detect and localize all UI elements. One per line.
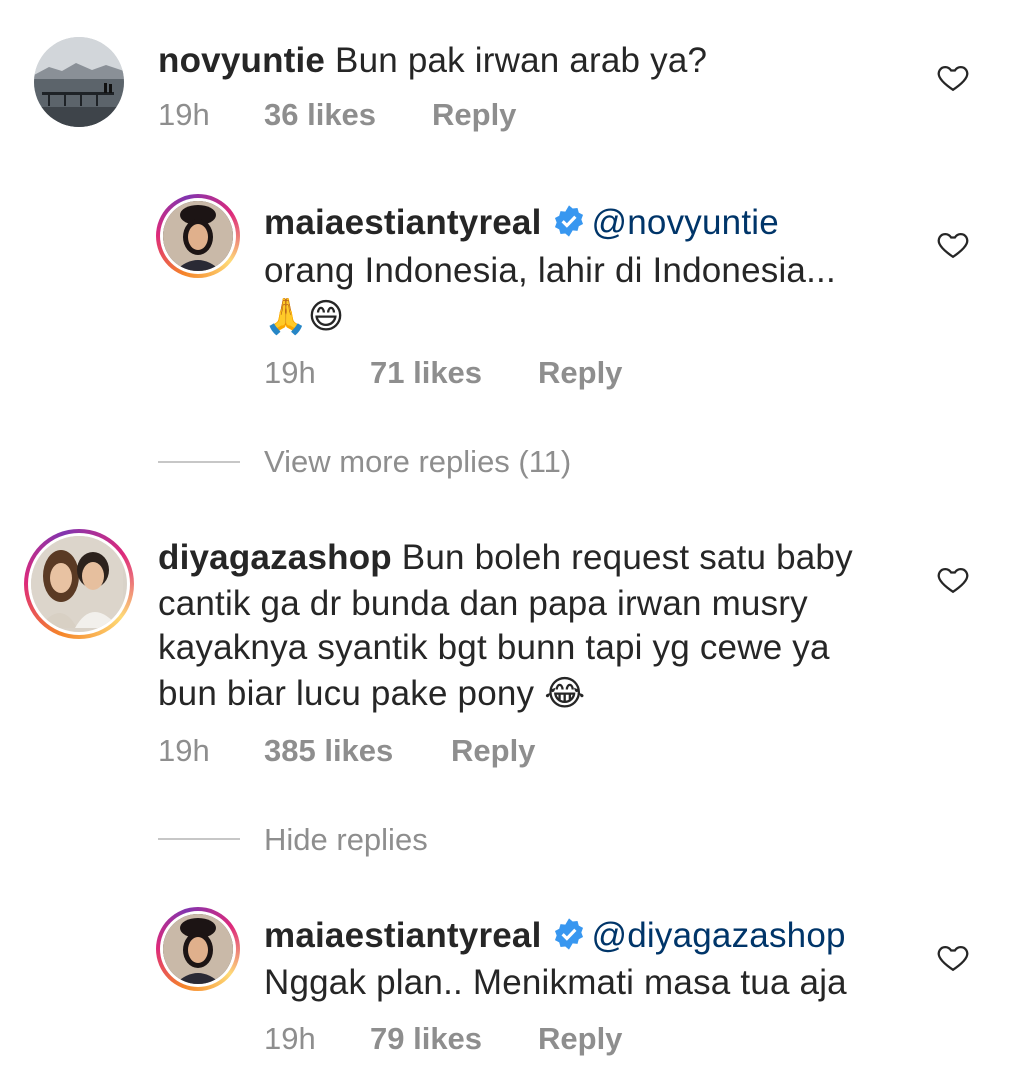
heart-icon[interactable] (936, 60, 970, 94)
comment-meta: 19h 79 likes Reply (264, 1021, 622, 1057)
reply-button[interactable]: Reply (432, 97, 516, 133)
comment-meta: 19h 385 likes Reply (158, 733, 535, 769)
comment-body: Bun pak irwan arab ya? (335, 41, 708, 80)
username[interactable]: maiaestiantyreal (264, 916, 542, 955)
likes-count[interactable]: 79 likes (370, 1021, 538, 1057)
avatar-novyuntie[interactable] (34, 37, 124, 127)
comment-body: Nggak plan.. Menikmati masa tua aja (264, 963, 847, 1002)
profile-photo (31, 536, 123, 628)
comment-body: kayaknya syantik bgt bunn tapi yg cewe y… (158, 628, 830, 667)
comment-text: maiaestiantyreal @novyuntie (264, 200, 779, 245)
profile-photo (163, 201, 233, 271)
comment-body: orang Indonesia, lahir di Indonesia... (264, 251, 836, 290)
comment-body: cantik ga dr bunda dan papa irwan musry (158, 584, 808, 623)
verified-badge-icon (554, 918, 583, 950)
hide-replies-link[interactable]: Hide replies (264, 822, 428, 858)
comment-text: novyuntie Bun pak irwan arab ya? (158, 38, 707, 83)
username[interactable]: diyagazashop (158, 538, 392, 577)
likes-count[interactable]: 36 likes (264, 97, 432, 133)
comment-text: diyagazashop Bun boleh request satu baby (158, 535, 853, 580)
reply-button[interactable]: Reply (451, 733, 535, 769)
mention-link[interactable]: @novyuntie (592, 203, 779, 242)
comment-body: bun biar lucu pake pony (158, 674, 535, 713)
avatar-diyagazashop[interactable] (24, 529, 134, 639)
thread-line (158, 461, 240, 463)
avatar-maiaestiantyreal[interactable] (156, 907, 240, 991)
emoji: 😂 (544, 674, 586, 713)
reply-button[interactable]: Reply (538, 355, 622, 391)
timestamp: 19h (158, 733, 210, 768)
timestamp: 19h (264, 355, 316, 390)
landscape-photo (34, 37, 124, 127)
timestamp: 19h (158, 97, 210, 132)
thread-line (158, 838, 240, 840)
heart-icon[interactable] (936, 227, 970, 261)
heart-icon[interactable] (936, 562, 970, 596)
heart-icon[interactable] (936, 940, 970, 974)
likes-count[interactable]: 385 likes (264, 733, 451, 769)
comment-text: maiaestiantyreal @diyagazashop (264, 913, 846, 958)
timestamp: 19h (264, 1021, 316, 1056)
username[interactable]: novyuntie (158, 41, 325, 80)
username[interactable]: maiaestiantyreal (264, 203, 542, 242)
avatar-maiaestiantyreal[interactable] (156, 194, 240, 278)
comment-meta: 19h 36 likes Reply (158, 97, 516, 133)
reply-button[interactable]: Reply (538, 1021, 622, 1057)
profile-photo (163, 914, 233, 984)
mention-link[interactable]: @diyagazashop (592, 916, 846, 955)
emoji-line: 🙏😄 (264, 297, 345, 336)
likes-count[interactable]: 71 likes (370, 355, 538, 391)
comment-body: Bun boleh request satu baby (401, 538, 853, 577)
comment-body-last: bun biar lucu pake pony 😂 (158, 671, 585, 716)
comment-meta: 19h 71 likes Reply (264, 355, 622, 391)
view-more-replies-link[interactable]: View more replies (11) (264, 444, 571, 480)
verified-badge-icon (554, 205, 583, 237)
